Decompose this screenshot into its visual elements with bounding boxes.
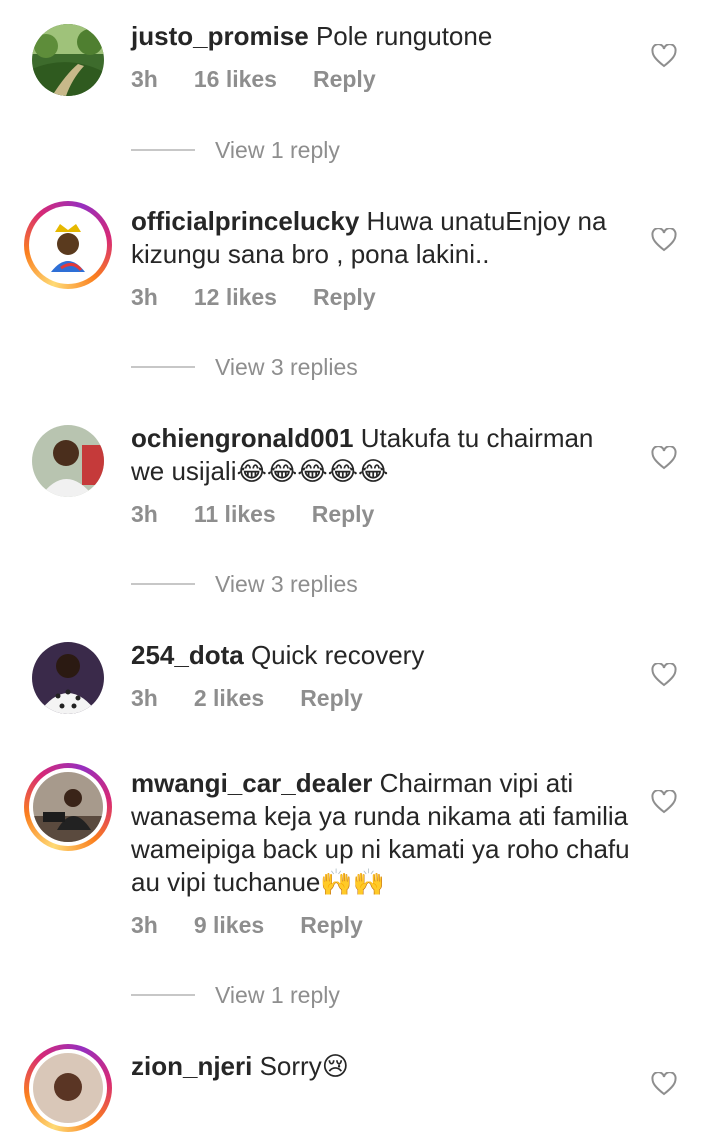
like-count[interactable]: 12 likes (194, 284, 277, 310)
view-replies-button[interactable]: View 3 replies (131, 569, 358, 599)
avatar[interactable] (24, 1044, 112, 1132)
username[interactable]: ochiengronald001 (131, 423, 354, 453)
divider (131, 583, 195, 585)
crying-emoji-icon: 😢 (321, 1051, 349, 1081)
like-count[interactable]: 9 likes (194, 912, 264, 938)
comment-text: Quick recovery (243, 640, 425, 670)
laughing-emoji-icon: 😂😂😂😂😂 (236, 456, 389, 486)
divider (131, 149, 195, 151)
reply-button[interactable]: Reply (313, 284, 376, 310)
avatar[interactable] (32, 642, 104, 714)
heart-outline-icon[interactable] (651, 790, 677, 814)
timestamp: 3h (131, 66, 158, 92)
reply-button[interactable]: Reply (300, 685, 363, 711)
timestamp: 3h (131, 501, 158, 527)
reply-button[interactable]: Reply (300, 912, 363, 938)
comment-text: Sorry (252, 1051, 322, 1081)
heart-outline-icon[interactable] (651, 446, 677, 470)
heart-outline-icon[interactable] (651, 663, 677, 687)
view-replies-button[interactable]: View 1 reply (131, 980, 340, 1010)
divider (131, 994, 195, 996)
username[interactable]: zion_njeri (131, 1051, 252, 1081)
timestamp: 3h (131, 685, 158, 711)
username[interactable]: 254_dota (131, 640, 244, 670)
like-count[interactable]: 11 likes (194, 501, 276, 527)
view-replies-button[interactable]: View 1 reply (131, 135, 340, 165)
like-count[interactable]: 16 likes (194, 66, 277, 92)
reply-button[interactable]: Reply (313, 66, 376, 92)
heart-outline-icon[interactable] (651, 44, 677, 68)
view-replies-button[interactable]: View 3 replies (131, 352, 358, 382)
comment-text: Pole runguton‍e (308, 21, 493, 51)
raised-hands-emoji-icon: 🙌🙌 (320, 867, 386, 897)
heart-outline-icon[interactable] (651, 228, 677, 252)
avatar[interactable] (24, 763, 112, 851)
username[interactable]: justo_promise (131, 21, 309, 51)
divider (131, 366, 195, 368)
username[interactable]: officialprincelucky (131, 206, 359, 236)
like-count[interactable]: 2 likes (194, 685, 264, 711)
timestamp: 3h (131, 912, 158, 938)
username[interactable]: mwangi_car_dealer (131, 768, 372, 798)
timestamp: 3h (131, 284, 158, 310)
heart-outline-icon[interactable] (651, 1072, 677, 1096)
avatar[interactable] (32, 425, 104, 497)
reply-button[interactable]: Reply (312, 501, 375, 527)
avatar[interactable] (24, 201, 112, 289)
avatar[interactable] (32, 24, 104, 96)
